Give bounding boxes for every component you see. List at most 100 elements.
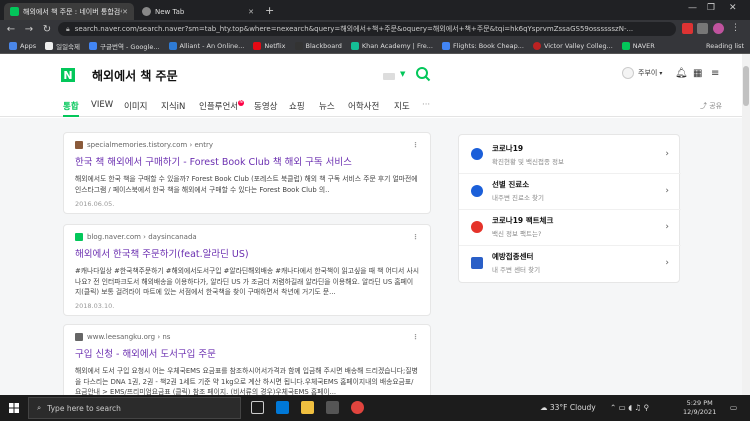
covid-status-link[interactable]: 코로나19 확진현황 및 백신접종 정보 › <box>459 137 681 171</box>
close-icon[interactable]: ✕ <box>248 8 254 16</box>
clock-date: 12/9/2021 <box>683 408 717 416</box>
result-description: 해외에서 도서 구입 요청시 어는 우체국EMS 요금표를 참조하시어서가격과 … <box>75 367 418 395</box>
back-arrow-icon[interactable]: ← <box>4 24 18 35</box>
user-menu[interactable]: 주부이 ▾ <box>622 67 662 79</box>
taskbar-search-box[interactable]: ⌕ Type here to search <box>28 397 241 419</box>
bookmark-item[interactable]: NAVER <box>621 41 655 50</box>
result-title-link[interactable]: 한국 책 해외에서 구매하기 - Forest Book Club 책 해외 구… <box>75 154 419 168</box>
tab-images[interactable]: 이미지 <box>124 100 147 112</box>
more-options-icon[interactable]: ⋮ <box>412 333 419 341</box>
bookmark-item[interactable]: Victor Valley Colleg... <box>532 41 613 50</box>
task-view-icon[interactable] <box>251 401 264 414</box>
tab-shopping[interactable]: 쇼핑 <box>289 100 305 112</box>
bookmark-item[interactable]: Alliant - An Online... <box>168 41 244 50</box>
covid-info-panel: 코로나19 확진현황 및 백신접종 정보 › 선별 진료소 내주변 진료소 찾기 ›… <box>458 134 681 283</box>
search-result-card: blog.naver.com › daysincanada ⋮ 해외에서 한국책… <box>63 224 431 316</box>
store-icon[interactable] <box>326 401 339 414</box>
close-window-icon[interactable]: ✕ <box>729 3 737 13</box>
screening-clinic-link[interactable]: 선별 진료소 내주변 진료소 찾기 › <box>459 173 681 207</box>
virus-icon <box>471 148 483 160</box>
fact-check-icon <box>471 220 483 233</box>
bell-icon[interactable]: 🔔︎ <box>675 68 688 79</box>
taskbar-clock[interactable]: 5:29 PM 12/9/2021 <box>683 399 716 417</box>
bookmark-label: Apps <box>20 41 37 50</box>
bookmark-label: Flights: Book Cheap... <box>452 41 524 50</box>
page-icon <box>45 41 54 50</box>
forward-arrow-icon[interactable]: → <box>22 24 36 35</box>
weather-widget[interactable]: ☁︎ 33°F Cloudy <box>540 403 596 412</box>
source-domain: blog.naver.com <box>87 233 141 241</box>
chevron-right-icon: › <box>665 257 669 268</box>
chevron-down-icon[interactable]: ▼ <box>400 70 405 78</box>
bookmark-label: Victor Valley Colleg... <box>543 41 613 50</box>
reading-list-button[interactable]: Reading list <box>706 42 744 50</box>
chrome-icon[interactable] <box>351 401 364 414</box>
tab-news[interactable]: 뉴스 <box>319 100 335 112</box>
tab-view[interactable]: VIEW <box>91 100 113 110</box>
bookmark-label: Khan Academy | Fre... <box>361 41 433 50</box>
tab-knowledge-in[interactable]: 지식iN <box>161 100 185 112</box>
bookmark-item[interactable]: 구글번역 - Google... <box>89 41 160 51</box>
new-tab-button[interactable]: + <box>265 4 274 17</box>
edge-icon[interactable] <box>276 401 289 414</box>
more-options-icon[interactable]: ⋮ <box>412 141 419 149</box>
result-source[interactable]: specialmemories.tistory.com › entry ⋮ <box>75 141 419 149</box>
tab-title: 해외에서 책 주문 : 네이버 통합검색 <box>23 7 123 16</box>
maximize-icon[interactable]: ❐ <box>707 3 715 13</box>
browser-tab-newtab[interactable]: New Tab ✕ <box>136 3 260 20</box>
tab-map[interactable]: 지도 <box>394 100 410 112</box>
search-query-input[interactable]: 해외에서 책 주문 <box>92 67 178 84</box>
more-options-icon[interactable]: ⋮ <box>412 233 419 241</box>
tab-more[interactable]: ··· <box>422 100 430 110</box>
hamburger-menu-icon[interactable]: ≡ <box>711 68 719 79</box>
result-source[interactable]: www.leesangku.org › ns ⋮ <box>75 333 419 341</box>
naver-logo[interactable]: N <box>61 68 75 82</box>
search-icon[interactable] <box>415 66 431 82</box>
tab-dictionary[interactable]: 어학사전 <box>348 100 379 112</box>
result-source[interactable]: blog.naver.com › daysincanada ⋮ <box>75 233 419 241</box>
windows-start-icon[interactable] <box>9 403 19 413</box>
clock-time: 5:29 PM <box>686 399 713 407</box>
site-favicon-icon <box>75 141 83 149</box>
bookmark-item[interactable]: Blackboard <box>294 41 342 50</box>
tab-video[interactable]: 동영상 <box>254 100 277 112</box>
puzzle-icon[interactable] <box>697 23 708 34</box>
reload-icon[interactable]: ↻ <box>40 24 54 35</box>
building-icon <box>471 256 483 269</box>
result-title-link[interactable]: 구입 신청 - 해외에서 도서구입 주문 <box>75 346 419 360</box>
url-text: search.naver.com/search.naver?sm=tab_hty… <box>74 25 634 33</box>
scrollbar-thumb[interactable] <box>743 66 749 106</box>
address-bar[interactable]: 🔒︎ search.naver.com/search.naver?sm=tab_… <box>58 22 676 36</box>
panel-item-subtitle: 내주변 진료소 찾기 <box>492 194 544 202</box>
file-explorer-icon[interactable] <box>301 401 314 414</box>
result-date: 2018.03.10. <box>75 302 115 310</box>
browser-tab-naver[interactable]: 해외에서 책 주문 : 네이버 통합검색 ✕ <box>4 3 134 20</box>
panel-item-subtitle: 내 주변 센터 찾기 <box>492 266 541 274</box>
bookmark-item[interactable]: Khan Academy | Fre... <box>350 41 433 50</box>
share-button[interactable]: ⤴︎ 공유 <box>700 101 722 111</box>
page-scrollbar[interactable] <box>742 54 750 395</box>
minimize-icon[interactable]: — <box>688 3 697 13</box>
apps-grid-icon[interactable]: ▦ <box>693 68 702 79</box>
close-icon[interactable]: ✕ <box>122 8 128 16</box>
bookmark-item[interactable]: Flights: Book Cheap... <box>441 41 524 50</box>
bookmark-item[interactable]: Netflix <box>253 41 286 50</box>
menu-kebab-icon[interactable]: ⋮ <box>731 23 742 34</box>
profile-avatar-icon[interactable] <box>713 23 724 34</box>
result-title-link[interactable]: 해외에서 한국책 주문하기(feat.알라딘 US) <box>75 246 419 260</box>
blackboard-icon <box>294 41 303 50</box>
location-pin-icon <box>471 184 483 197</box>
khan-academy-icon <box>350 41 359 50</box>
notification-icon[interactable]: ▭ <box>730 403 737 412</box>
tab-influencer[interactable]: 인플루언서N <box>199 100 245 112</box>
google-icon <box>89 41 98 50</box>
vaccination-center-link[interactable]: 예방접종센터 내 주변 센터 찾기 › <box>459 245 681 279</box>
bookmark-item[interactable]: 일일숙제 <box>45 41 80 51</box>
keyboard-icon[interactable] <box>383 73 395 80</box>
bookmark-apps[interactable]: Apps <box>9 41 37 50</box>
new-badge: N <box>238 100 245 106</box>
system-tray-icons[interactable]: ⌃ ▭ ◖ ♫ ⚲ <box>610 403 649 412</box>
tab-integrated[interactable]: 통합 <box>63 100 79 117</box>
extension-icon[interactable] <box>682 23 693 34</box>
fact-check-link[interactable]: 코로나19 팩트체크 백신 정보 팩트는? › <box>459 209 681 243</box>
